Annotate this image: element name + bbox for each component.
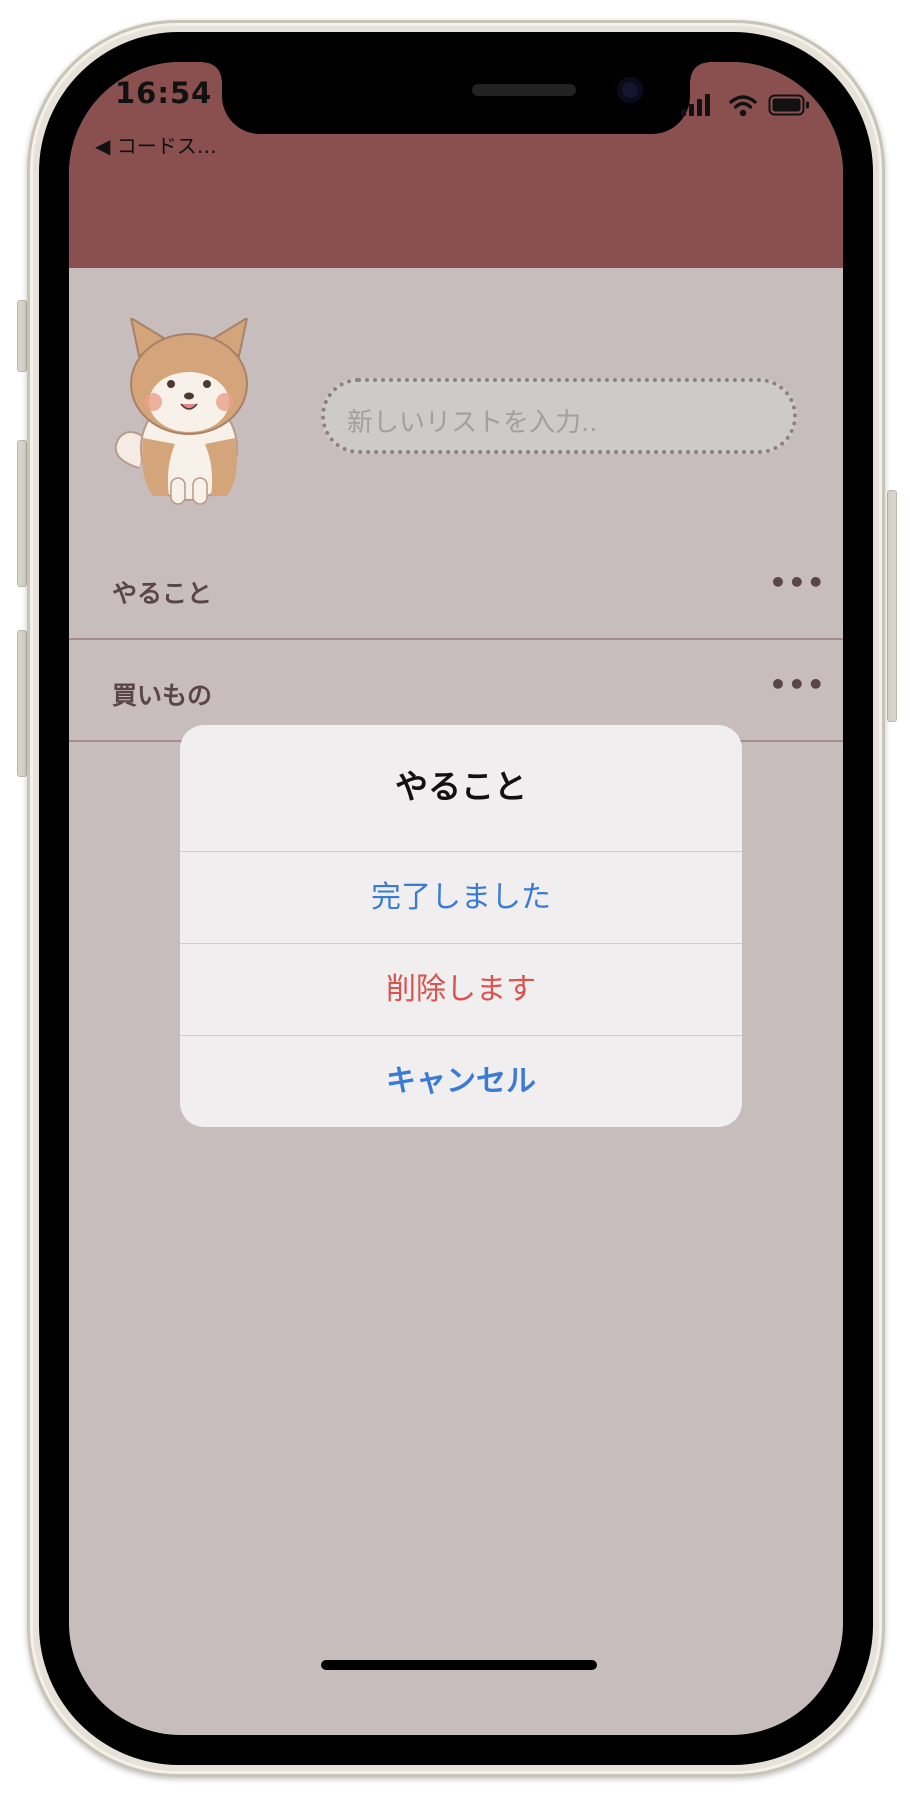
- more-icon[interactable]: •••: [769, 566, 826, 599]
- status-time: 16:54: [115, 76, 213, 110]
- wifi-icon: [729, 95, 757, 117]
- delete-button[interactable]: 削除します: [180, 943, 742, 1036]
- action-sheet-title: やること: [395, 767, 527, 806]
- cancel-button[interactable]: キャンセル: [180, 1035, 742, 1127]
- status-icons-graphic: [681, 94, 809, 117]
- signal-icon: [681, 94, 710, 116]
- more-icon[interactable]: •••: [769, 668, 826, 701]
- list-item[interactable]: やること •••: [69, 538, 843, 640]
- volume-up-button: [17, 440, 27, 587]
- shiba-dog-illustration: [109, 315, 269, 508]
- notch: [204, 62, 708, 134]
- speaker-grille: [472, 84, 576, 96]
- home-indicator[interactable]: [321, 1660, 597, 1670]
- status-icons: [681, 92, 811, 118]
- list-item-label: やること: [112, 579, 213, 608]
- new-list-input[interactable]: 新しいリストを入力..: [321, 378, 797, 454]
- battery-icon: [768, 94, 809, 116]
- mute-switch: [17, 300, 27, 372]
- power-button: [887, 490, 897, 722]
- list-item-label: 買いもの: [112, 681, 213, 710]
- new-list-placeholder: 新しいリストを入力..: [347, 408, 598, 438]
- action-sheet: やること 完了しました 削除します キャンセル: [180, 725, 742, 1127]
- volume-down-button: [17, 630, 27, 777]
- complete-button[interactable]: 完了しました: [180, 851, 742, 944]
- shiba-dog-graphic: [114, 315, 249, 505]
- front-camera: [617, 77, 643, 103]
- back-button[interactable]: ◀ コードス…: [95, 130, 217, 159]
